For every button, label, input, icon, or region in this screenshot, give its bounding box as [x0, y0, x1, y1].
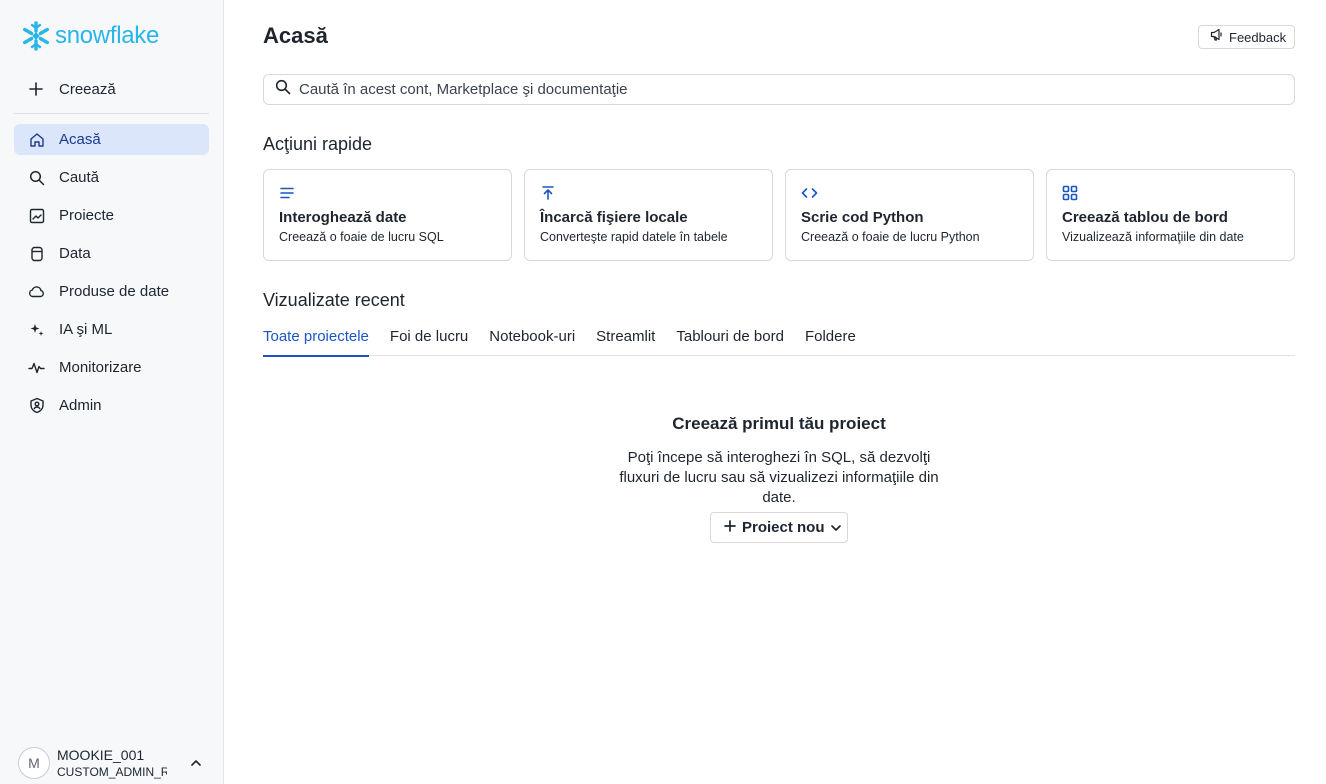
grid-icon — [1062, 184, 1080, 202]
empty-state-description: Poţi începe să interoghezi în SQL, să de… — [619, 449, 939, 506]
sidebar-item-label: IA şi ML — [59, 321, 113, 338]
tab-folders[interactable]: Foldere — [805, 322, 856, 356]
chevron-up-icon[interactable] — [189, 756, 203, 770]
card-title: Scrie cod Python — [801, 209, 924, 226]
sidebar-item-ai-ml[interactable]: IA şi ML — [14, 314, 209, 345]
text-lines-icon — [279, 184, 297, 202]
quick-actions: Interoghează date Creează o foaie de luc… — [263, 169, 1295, 261]
recent-title: Vizualizate recent — [263, 290, 405, 310]
feedback-button-label: Feedback — [1229, 29, 1287, 45]
search-icon — [275, 79, 291, 100]
quick-actions-title: Acţiuni rapide — [263, 134, 373, 154]
sidebar-item-search[interactable]: Caută — [14, 162, 209, 193]
search-input[interactable] — [299, 81, 1249, 98]
quick-action-query-data[interactable]: Interoghează date Creează o foaie de luc… — [263, 169, 512, 261]
sidebar-item-label: Acasă — [59, 131, 101, 148]
user-name: MOOKIE_001 — [57, 747, 145, 763]
activity-icon — [28, 359, 45, 376]
megaphone-icon — [1210, 28, 1224, 46]
feedback-button[interactable]: Feedback — [1198, 25, 1295, 49]
sidebar-item-label: Monitorizare — [59, 359, 142, 376]
sidebar-item-label: Caută — [59, 169, 100, 186]
card-subtitle: Vizualizează informaţiile din date — [1062, 230, 1244, 244]
snowflake-logo-icon — [22, 21, 49, 51]
search-icon — [28, 169, 45, 186]
user-role: CUSTOM_ADMIN_ROLE — [57, 765, 167, 779]
database-icon — [28, 245, 45, 262]
tab-streamlit[interactable]: Streamlit — [596, 322, 655, 356]
user-menu[interactable]: M MOOKIE_001 CUSTOM_ADMIN_ROLE — [18, 745, 213, 781]
card-subtitle: Creează o foaie de lucru Python — [801, 230, 980, 244]
page-title: Acasă — [263, 23, 328, 48]
upload-icon — [540, 184, 558, 202]
tab-worksheets[interactable]: Foi de lucru — [390, 322, 468, 356]
projects-icon — [28, 207, 45, 224]
card-title: Încarcă fişiere locale — [540, 209, 688, 226]
shield-icon — [28, 397, 45, 414]
sparkle-icon — [28, 321, 45, 338]
sidebar-nav: Acasă Caută Proiecte Data Produse de dat… — [14, 124, 209, 428]
sidebar-divider — [14, 113, 209, 114]
tab-notebooks[interactable]: Notebook-uri — [489, 322, 575, 356]
sidebar-item-label: Produse de date — [59, 283, 170, 300]
user-info: MOOKIE_001 CUSTOM_ADMIN_ROLE — [57, 747, 169, 779]
card-title: Creează tablou de bord — [1062, 209, 1228, 226]
sidebar-item-home[interactable]: Acasă — [14, 124, 209, 155]
code-icon — [801, 184, 819, 202]
quick-action-upload-files[interactable]: Încarcă fişiere locale Converteşte rapid… — [524, 169, 773, 261]
quick-action-python-code[interactable]: Scrie cod Python Creează o foaie de lucr… — [785, 169, 1034, 261]
plus-icon — [724, 519, 736, 537]
sidebar-item-label: Admin — [59, 397, 102, 414]
logo-text: snowflake — [55, 22, 160, 49]
sidebar-item-admin[interactable]: Admin — [14, 390, 209, 421]
chevron-down-icon — [830, 524, 842, 532]
sidebar-item-label: Data — [59, 245, 91, 262]
cloud-icon — [28, 283, 45, 300]
sidebar-item-label: Proiecte — [59, 207, 115, 224]
snowflake-logo[interactable]: snowflake — [20, 20, 159, 52]
tab-all-projects[interactable]: Toate proiectele — [263, 322, 369, 357]
search-bar[interactable] — [263, 74, 1295, 105]
sidebar-item-data-products[interactable]: Produse de date — [14, 276, 209, 307]
new-project-label: Proiect nou — [742, 519, 825, 536]
card-title: Interoghează date — [279, 209, 407, 226]
avatar: M — [18, 747, 50, 779]
recent-tabs: Toate proiectele Foi de lucru Notebook-u… — [263, 322, 1295, 357]
quick-action-create-dashboard[interactable]: Creează tablou de bord Vizualizează info… — [1046, 169, 1295, 261]
plus-icon — [28, 81, 44, 97]
tab-dashboards[interactable]: Tablouri de bord — [676, 322, 784, 356]
sidebar-item-projects[interactable]: Proiecte — [14, 200, 209, 231]
card-subtitle: Creează o foaie de lucru SQL — [279, 230, 444, 244]
sidebar-item-data[interactable]: Data — [14, 238, 209, 269]
new-project-button[interactable]: Proiect nou — [710, 512, 848, 543]
home-icon — [28, 131, 45, 148]
create-button[interactable]: Creează — [14, 72, 209, 106]
empty-state: Creează primul tău proiect Poţi începe s… — [579, 414, 979, 508]
empty-state-title: Creează primul tău proiect — [672, 414, 886, 433]
card-subtitle: Converteşte rapid datele în tabele — [540, 230, 728, 244]
sidebar-item-monitoring[interactable]: Monitorizare — [14, 352, 209, 383]
create-button-label: Creează — [59, 80, 116, 98]
sidebar: snowflake Creează Acasă Caută Proiecte D… — [0, 0, 224, 784]
